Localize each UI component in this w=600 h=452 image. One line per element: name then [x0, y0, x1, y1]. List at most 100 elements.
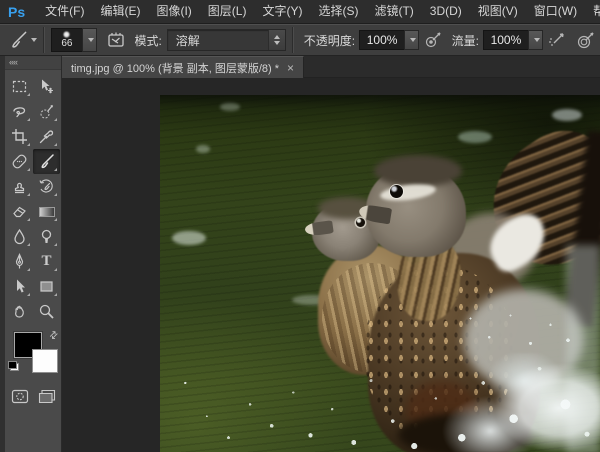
tool-eraser[interactable]	[6, 199, 33, 224]
healing-brush-icon	[11, 153, 28, 170]
tool-brush-selected[interactable]	[33, 149, 60, 174]
tools-panel: «« T ⇄	[5, 56, 62, 452]
flow-label: 流量:	[452, 32, 479, 49]
brush-tool-preset-button[interactable]	[8, 30, 37, 50]
menu-view[interactable]: 视图(V)	[470, 0, 526, 23]
water-sparkle	[458, 131, 492, 143]
tool-lasso[interactable]	[6, 99, 33, 124]
tablet-pressure-opacity-icon	[424, 31, 443, 50]
quick-selection-icon	[38, 103, 55, 120]
document-area	[62, 78, 600, 452]
splash-speckles	[168, 333, 600, 452]
tools-panel-collapse-button[interactable]: ««	[5, 56, 61, 70]
pressure-opacity-button[interactable]	[422, 28, 445, 52]
screen-mode-icon	[38, 389, 56, 404]
menu-help[interactable]: 帮助(H)	[585, 0, 600, 23]
path-selection-icon	[11, 278, 28, 295]
tool-path-selection[interactable]	[6, 274, 33, 299]
blend-mode-select[interactable]: 溶解	[167, 29, 286, 51]
rectangle-shape-icon	[38, 278, 55, 295]
tool-hand[interactable]	[6, 299, 33, 324]
tool-move[interactable]	[33, 74, 60, 99]
menu-select[interactable]: 选择(S)	[310, 0, 366, 23]
menu-edit[interactable]: 编辑(E)	[92, 0, 148, 23]
default-colors-icon[interactable]	[8, 361, 19, 371]
tool-quick-selection[interactable]	[33, 99, 60, 124]
menu-file[interactable]: 文件(F)	[37, 0, 92, 23]
tool-type[interactable]: T	[33, 249, 60, 274]
options-separator	[292, 27, 294, 53]
brush-preset-dropdown-button[interactable]	[82, 28, 97, 52]
chevron-down-icon	[534, 38, 540, 42]
flow-dropdown-button[interactable]	[528, 30, 543, 50]
background-color-swatch[interactable]	[32, 349, 58, 373]
blur-drop-icon	[11, 228, 28, 245]
options-separator	[43, 27, 45, 53]
opacity-field[interactable]: 100%	[359, 30, 419, 50]
menu-type[interactable]: 文字(Y)	[254, 0, 310, 23]
water-sparkle	[196, 145, 210, 153]
tools-grid: T	[5, 70, 61, 324]
crop-icon	[11, 128, 28, 145]
close-tab-icon[interactable]: ×	[287, 62, 294, 74]
tool-gradient[interactable]	[33, 199, 60, 224]
quick-mask-button[interactable]	[6, 384, 33, 409]
right-duck-crown	[374, 155, 462, 187]
tool-blur[interactable]	[6, 224, 33, 249]
water-sparkle	[552, 109, 582, 121]
tool-history-brush[interactable]	[33, 174, 60, 199]
flow-value: 100%	[483, 30, 528, 50]
canvas-image[interactable]	[160, 95, 600, 452]
document-tab-bar: timg.jpg @ 100% (背景 副本, 图层蒙版/8) * ×	[62, 56, 600, 78]
brush-tool-preview-icon	[8, 30, 28, 50]
swap-colors-icon[interactable]: ⇄	[47, 329, 61, 343]
menu-filter[interactable]: 滤镜(T)	[366, 0, 421, 23]
document-title: timg.jpg @ 100% (背景 副本, 图层蒙版/8) *	[71, 60, 279, 76]
eraser-icon	[11, 203, 28, 220]
tool-dodge[interactable]	[33, 224, 60, 249]
brush-size-preset-picker[interactable]: 66	[51, 28, 97, 52]
document-tab[interactable]: timg.jpg @ 100% (背景 副本, 图层蒙版/8) * ×	[62, 56, 304, 78]
tool-rectangular-marquee[interactable]	[6, 74, 33, 99]
menu-image[interactable]: 图像(I)	[148, 0, 199, 23]
dodge-icon	[38, 228, 55, 245]
blend-mode-value: 溶解	[168, 32, 268, 49]
screen-mode-button[interactable]	[33, 384, 60, 409]
tools-extra-row	[5, 384, 61, 409]
mode-label: 模式:	[134, 32, 161, 49]
menu-layer[interactable]: 图层(L)	[200, 0, 255, 23]
brush-icon	[38, 153, 55, 170]
water-sparkle	[172, 231, 206, 245]
tool-zoom[interactable]	[33, 299, 60, 324]
lasso-icon	[11, 103, 28, 120]
menu-window[interactable]: 窗口(W)	[526, 0, 585, 23]
photoshop-window: Ps 文件(F) 编辑(E) 图像(I) 图层(L) 文字(Y) 选择(S) 滤…	[0, 0, 600, 452]
history-brush-icon	[38, 178, 55, 195]
chevron-down-icon	[410, 38, 416, 42]
tool-pen[interactable]	[6, 249, 33, 274]
type-tool-icon: T	[41, 254, 51, 269]
tool-spot-healing-brush[interactable]	[6, 149, 33, 174]
toggle-brush-panel-button[interactable]	[105, 28, 128, 52]
flow-field[interactable]: 100%	[483, 30, 543, 50]
left-duck-eye	[356, 218, 365, 227]
menu-3d[interactable]: 3D(D)	[422, 0, 470, 23]
color-swatches: ⇄	[5, 330, 61, 380]
move-tool-icon	[38, 78, 55, 95]
tool-eyedropper[interactable]	[33, 124, 60, 149]
tablet-pressure-size-icon	[576, 31, 595, 50]
water-sparkle	[220, 103, 240, 111]
pressure-size-button[interactable]	[574, 28, 597, 52]
rectangular-marquee-icon	[11, 78, 28, 95]
opacity-dropdown-button[interactable]	[404, 30, 419, 50]
chevron-down-icon	[88, 38, 94, 42]
airbrush-icon	[547, 30, 567, 50]
tool-rectangle-shape[interactable]	[33, 274, 60, 299]
hand-icon	[11, 303, 28, 320]
opacity-value: 100%	[359, 30, 404, 50]
airbrush-button[interactable]	[546, 28, 569, 52]
clone-stamp-icon	[11, 178, 28, 195]
tool-clone-stamp[interactable]	[6, 174, 33, 199]
tool-crop[interactable]	[6, 124, 33, 149]
brush-tip-preview: 66	[51, 28, 82, 52]
